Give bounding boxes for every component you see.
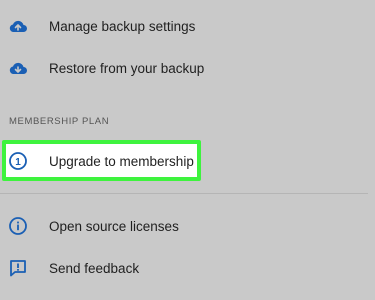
- menu-item-manage-backup[interactable]: Manage backup settings: [0, 14, 375, 38]
- cloud-download-icon: [7, 57, 29, 79]
- menu-item-upgrade-membership[interactable]: 1 Upgrade to membership: [0, 149, 375, 173]
- cloud-upload-icon: [7, 15, 29, 37]
- info-icon: [7, 215, 29, 237]
- menu-item-label: Manage backup settings: [49, 18, 196, 34]
- feedback-icon: [7, 257, 29, 279]
- divider: [0, 193, 368, 194]
- numbered-circle-icon: 1: [7, 150, 29, 172]
- numbered-circle-text: 1: [15, 157, 21, 168]
- menu-item-label: Open source licenses: [49, 218, 179, 234]
- section-header-membership: MEMBERSHIP PLAN: [9, 116, 110, 127]
- menu-item-label: Upgrade to membership: [49, 153, 194, 169]
- menu-item-label: Restore from your backup: [49, 60, 205, 76]
- menu-item-open-source-licenses[interactable]: Open source licenses: [0, 214, 375, 238]
- menu-item-label: Send feedback: [49, 260, 140, 276]
- menu-item-send-feedback[interactable]: Send feedback: [0, 256, 375, 280]
- menu-item-restore-backup[interactable]: Restore from your backup: [0, 56, 375, 80]
